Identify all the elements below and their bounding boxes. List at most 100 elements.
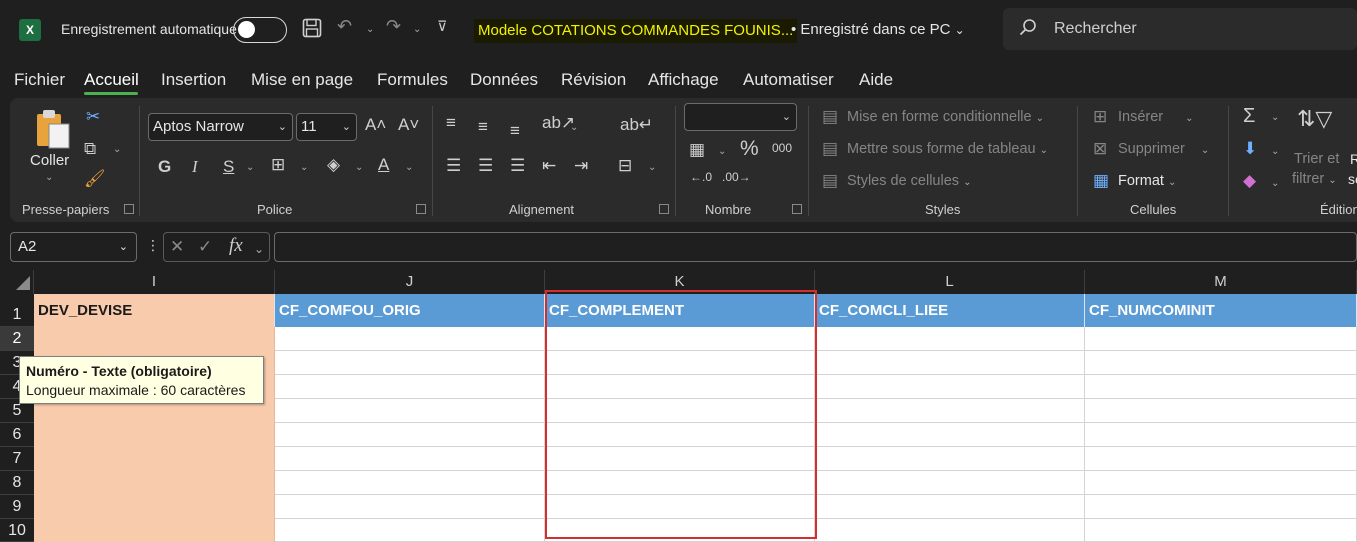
cell-i10[interactable]	[34, 519, 275, 542]
cell-l2[interactable]	[815, 327, 1085, 351]
cell-j9[interactable]	[275, 495, 545, 519]
align-right-icon[interactable]: ☰	[510, 157, 525, 174]
sort-filter-label-1[interactable]: Trier et	[1294, 151, 1339, 167]
cell-i7[interactable]	[34, 447, 275, 471]
tab-donnees[interactable]: Données	[470, 70, 538, 90]
document-title[interactable]: Modele COTATIONS COMMANDES FOUNIS...	[474, 19, 798, 43]
paste-dropdown-icon[interactable]: ⌄	[45, 172, 53, 183]
cell-l10[interactable]	[815, 519, 1085, 542]
alignment-launcher-icon[interactable]	[659, 204, 669, 214]
save-icon[interactable]	[302, 18, 322, 43]
align-bottom-icon[interactable]: ≡	[510, 122, 520, 139]
search-box[interactable]: Rechercher	[1003, 8, 1357, 50]
align-left-icon[interactable]: ☰	[446, 157, 461, 174]
autosum-icon[interactable]: Σ	[1243, 106, 1255, 126]
undo-icon[interactable]: ↶	[337, 16, 352, 37]
increase-font-icon[interactable]: A˄	[365, 116, 386, 133]
column-header-j[interactable]: J	[275, 270, 545, 294]
row-header-6[interactable]: 6	[0, 423, 34, 447]
sort-filter-label-2[interactable]: filtrer ⌄	[1292, 171, 1337, 187]
cell-j3[interactable]	[275, 351, 545, 375]
cell-k10[interactable]	[545, 519, 815, 542]
cell-j10[interactable]	[275, 519, 545, 542]
clipboard-launcher-icon[interactable]	[124, 204, 134, 214]
cell-j4[interactable]	[275, 375, 545, 399]
select-all-corner[interactable]	[0, 270, 34, 294]
format-cells-button[interactable]: Format ⌄	[1118, 173, 1176, 189]
cell-j5[interactable]	[275, 399, 545, 423]
fill-color-dropdown-icon[interactable]: ⌄	[355, 162, 363, 173]
fill-icon[interactable]: ⬇	[1243, 140, 1257, 157]
increase-decimal-icon[interactable]: ←.0	[690, 171, 712, 183]
redo-dropdown-icon[interactable]: ⌄	[413, 24, 421, 35]
row-header-1[interactable]: 1	[0, 294, 34, 327]
align-middle-icon[interactable]: ≡	[478, 118, 488, 135]
autosave-toggle[interactable]	[233, 17, 287, 43]
formula-input[interactable]	[274, 232, 1357, 262]
cell-m7[interactable]	[1085, 447, 1357, 471]
merge-center-icon[interactable]: ⊟	[618, 157, 632, 174]
insert-function-button[interactable]: fx	[229, 236, 243, 255]
cell-k7[interactable]	[545, 447, 815, 471]
name-box[interactable]: A2 ⌄	[10, 232, 137, 262]
cell-k2[interactable]	[545, 327, 815, 351]
more-vertical-icon[interactable]: ⋮	[146, 238, 160, 252]
row-header-9[interactable]: 9	[0, 495, 34, 519]
decrease-indent-icon[interactable]: ⇤	[542, 157, 556, 174]
tab-mise-en-page[interactable]: Mise en page	[251, 70, 353, 90]
cell-m2[interactable]	[1085, 327, 1357, 351]
format-painter-icon[interactable]: 🖌	[84, 170, 106, 187]
format-cells-icon[interactable]: ▦	[1093, 172, 1109, 189]
column-header-m[interactable]: M	[1085, 270, 1357, 294]
tab-automatiser[interactable]: Automatiser	[743, 70, 834, 90]
row-header-8[interactable]: 8	[0, 471, 34, 495]
font-color-icon[interactable]: A	[378, 156, 389, 173]
function-dropdown-icon[interactable]: ⌄	[254, 242, 264, 256]
autosum-dropdown-icon[interactable]: ⌄	[1271, 112, 1279, 123]
accounting-format-icon[interactable]: ▦	[689, 141, 705, 158]
accounting-dropdown-icon[interactable]: ⌄	[718, 146, 726, 157]
header-cell-k1[interactable]: CF_COMPLEMENT	[545, 294, 815, 327]
increase-indent-icon[interactable]: ⇥	[574, 157, 588, 174]
header-cell-m1[interactable]: CF_NUMCOMINIT	[1085, 294, 1357, 327]
copy-icon[interactable]: ⧉	[84, 140, 96, 157]
column-header-k[interactable]: K	[545, 270, 815, 294]
fill-dropdown-icon[interactable]: ⌄	[1271, 146, 1279, 157]
bold-button[interactable]: G	[158, 158, 171, 175]
find-select-partial[interactable]: R	[1350, 151, 1357, 167]
tab-fichier[interactable]: Fichier	[14, 70, 65, 90]
cell-k9[interactable]	[545, 495, 815, 519]
cell-m6[interactable]	[1085, 423, 1357, 447]
cell-l9[interactable]	[815, 495, 1085, 519]
clear-icon[interactable]: ◆	[1243, 172, 1256, 189]
cell-j6[interactable]	[275, 423, 545, 447]
number-format-combo[interactable]: ⌄	[684, 103, 797, 131]
undo-dropdown-icon[interactable]: ⌄	[366, 24, 374, 35]
row-header-10[interactable]: 10	[0, 519, 34, 542]
cancel-icon[interactable]: ✕	[170, 238, 184, 255]
cell-k3[interactable]	[545, 351, 815, 375]
row-header-7[interactable]: 7	[0, 447, 34, 471]
italic-button[interactable]: I	[192, 158, 198, 175]
cut-icon[interactable]: ✂	[86, 108, 100, 125]
cell-m9[interactable]	[1085, 495, 1357, 519]
orientation-dropdown-icon[interactable]: ⌄	[570, 122, 578, 133]
cell-i8[interactable]	[34, 471, 275, 495]
wrap-text-icon[interactable]: ab↵	[620, 116, 653, 133]
cell-k5[interactable]	[545, 399, 815, 423]
cell-j8[interactable]	[275, 471, 545, 495]
cell-i6[interactable]	[34, 423, 275, 447]
cell-l3[interactable]	[815, 351, 1085, 375]
fill-color-icon[interactable]: ◈	[327, 156, 340, 173]
tab-formules[interactable]: Formules	[377, 70, 448, 90]
tab-revision[interactable]: Révision	[561, 70, 626, 90]
copy-dropdown-icon[interactable]: ⌄	[113, 144, 121, 155]
clear-dropdown-icon[interactable]: ⌄	[1271, 178, 1279, 189]
header-cell-l1[interactable]: CF_COMCLI_LIEE	[815, 294, 1085, 327]
cell-l5[interactable]	[815, 399, 1085, 423]
column-header-l[interactable]: L	[815, 270, 1085, 294]
thousands-button[interactable]: 000	[772, 142, 792, 154]
underline-button[interactable]: S	[223, 158, 234, 175]
cell-m8[interactable]	[1085, 471, 1357, 495]
cell-i9[interactable]	[34, 495, 275, 519]
